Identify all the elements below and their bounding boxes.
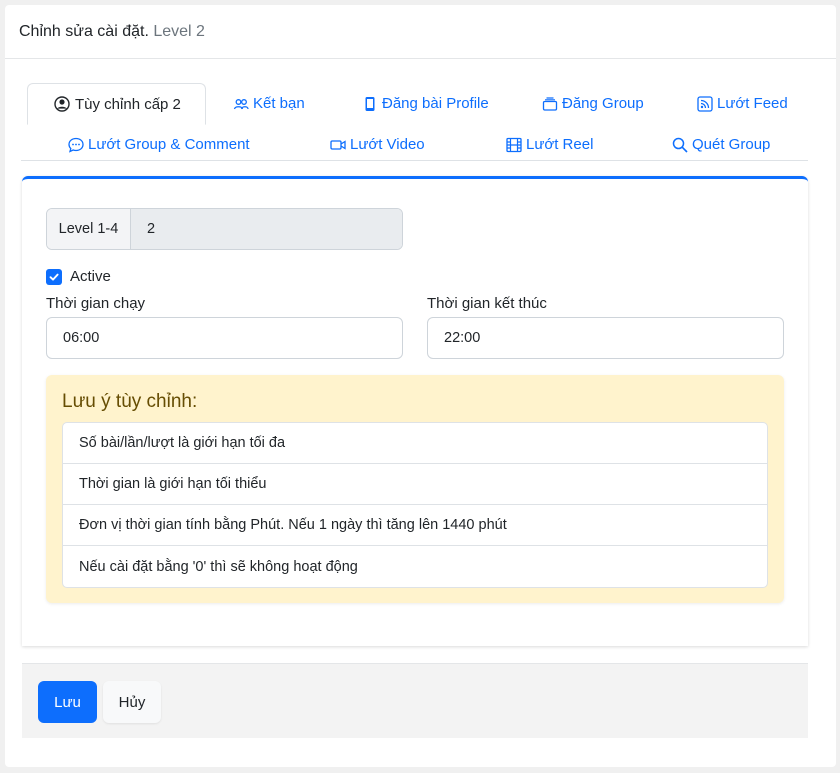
card-footer: Lưu Hủy	[22, 663, 808, 738]
phone-icon	[362, 96, 378, 112]
page-title: Chỉnh sửa cài đặt.	[19, 23, 149, 40]
active-label: Active	[70, 268, 111, 285]
tab-dang-bai-profile[interactable]: Đăng bài Profile	[362, 83, 489, 124]
level-label: Level 1-4	[47, 209, 131, 249]
check-icon	[49, 273, 59, 281]
tab-bar: Tùy chỉnh cấp 2 Kết bạn Đăng bài Profile…	[21, 77, 808, 161]
tab-label: Đăng bài Profile	[382, 95, 489, 112]
film-icon	[506, 137, 522, 153]
people-icon	[233, 96, 249, 112]
search-icon	[672, 137, 688, 153]
camera-video-icon	[330, 137, 346, 153]
stack-icon	[542, 96, 558, 112]
chat-dots-icon	[68, 137, 84, 153]
notes-list: Số bài/lần/lượt là giới hạn tối đa Thời …	[62, 422, 768, 588]
tab-label: Kết bạn	[253, 95, 305, 112]
level-input[interactable]: 2	[131, 209, 402, 249]
rss-icon	[697, 95, 713, 112]
list-item: Số bài/lần/lượt là giới hạn tối đa	[63, 423, 767, 464]
tab-content-panel: Level 1-4 2 Active Thời gian chạy 06:00 …	[22, 176, 808, 646]
tab-label: Lướt Reel	[526, 136, 594, 153]
list-item: Nếu cài đặt bằng '0' thì sẽ không hoạt đ…	[79, 558, 358, 575]
notes-title: Lưu ý tùy chỉnh:	[62, 391, 198, 412]
page-subtitle: Level 2	[153, 23, 205, 40]
end-time-input[interactable]: 22:00	[427, 317, 784, 359]
tab-luot-group-comment[interactable]: Lướt Group & Comment	[68, 124, 250, 165]
run-time-label: Thời gian chạy	[46, 295, 146, 312]
end-time-label: Thời gian kết thúc	[427, 295, 547, 312]
list-item: Đơn vị thời gian tính bằng Phút. Nếu 1 n…	[63, 505, 767, 546]
tab-dang-group[interactable]: Đăng Group	[542, 83, 644, 124]
level-input-group: Level 1-4 2	[46, 208, 403, 250]
tab-label: Lướt Feed	[717, 95, 788, 112]
tab-label: Quét Group	[692, 136, 771, 153]
tab-luot-feed[interactable]: Lướt Feed	[697, 83, 788, 124]
tab-luot-video[interactable]: Lướt Video	[330, 124, 425, 165]
tab-custom-level[interactable]: Tùy chỉnh cấp 2	[27, 83, 206, 125]
notes-alert: Lưu ý tùy chỉnh: Số bài/lần/lượt là giới…	[46, 375, 784, 603]
tab-label: Tùy chỉnh cấp 2	[75, 95, 181, 113]
tab-label: Lướt Group & Comment	[88, 136, 250, 153]
tab-label: Lướt Video	[350, 136, 425, 153]
tab-quet-group[interactable]: Quét Group	[672, 124, 770, 165]
active-checkbox[interactable]	[46, 268, 62, 285]
cancel-button[interactable]: Hủy	[103, 681, 161, 723]
active-checkbox-row[interactable]: Active	[46, 268, 111, 285]
tab-label: Đăng Group	[562, 95, 644, 112]
person-circle-icon	[54, 96, 70, 112]
tab-ket-ban[interactable]: Kết bạn	[233, 83, 305, 124]
tab-luot-reel[interactable]: Lướt Reel	[506, 124, 593, 165]
save-button[interactable]: Lưu	[38, 681, 97, 723]
card-header: Chỉnh sửa cài đặt. Level 2	[5, 5, 836, 59]
run-time-input[interactable]: 06:00	[46, 317, 403, 359]
list-item: Thời gian là giới hạn tối thiểu	[63, 464, 767, 505]
